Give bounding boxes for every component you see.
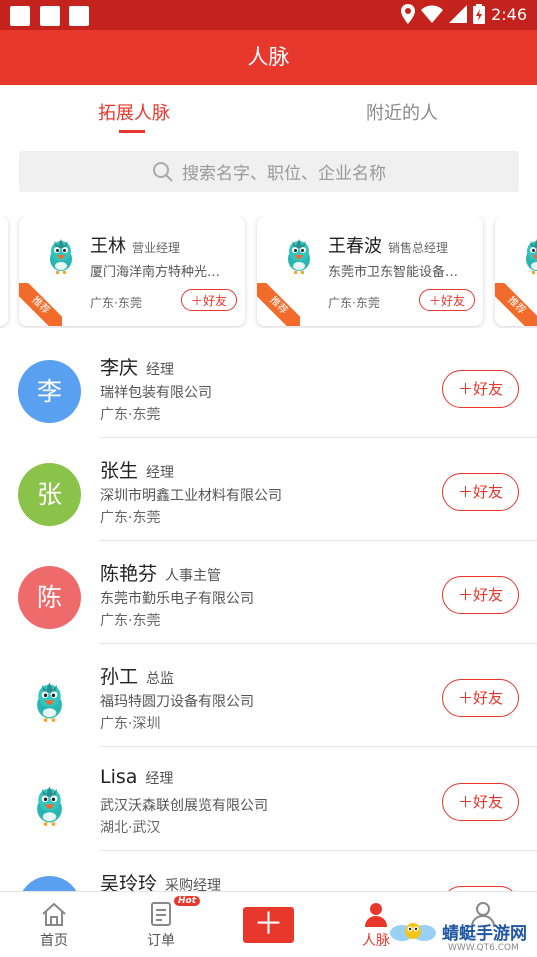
notification-icon	[69, 6, 89, 26]
avatar: 张	[18, 463, 81, 526]
list-item[interactable]: Lisa 经理 武汉沃森联创展览有限公司 湖北·武汉 ＋好友	[0, 748, 537, 851]
recommended-card-partial[interactable]: 推荐	[495, 216, 537, 326]
contact-company: 武汉沃森联创展览有限公司	[100, 798, 268, 814]
recommended-location: 广东·东莞	[90, 296, 142, 310]
nav-orders-label: 订单	[147, 933, 175, 949]
recommended-name: 王春波 销售总经理	[328, 236, 449, 257]
search-input[interactable]: 搜索名字、职位、企业名称	[19, 151, 519, 192]
recommend-ribbon: 推荐	[19, 283, 62, 326]
contact-name: 孙工 总监	[100, 666, 175, 688]
contact-company: 瑞祥包装有限公司	[100, 385, 212, 401]
contact-location: 广东·东莞	[100, 407, 161, 423]
home-icon	[42, 902, 66, 926]
status-bar: 2:46	[0, 0, 537, 30]
recommended-card[interactable]: 王春波 销售总经理 东莞市卫东智能设备… 广东·东莞 ＋好友 推荐	[257, 216, 483, 326]
list-item[interactable]: 李 李庆 经理 瑞祥包装有限公司 广东·东莞 ＋好友	[0, 335, 537, 438]
add-friend-button[interactable]: ＋好友	[442, 473, 519, 511]
contact-title: 经理	[146, 465, 175, 481]
wifi-icon	[421, 5, 444, 23]
add-friend-button[interactable]: ＋好友	[442, 783, 519, 821]
contact-location: 湖北·武汉	[100, 820, 161, 836]
search-placeholder: 搜索名字、职位、企业名称	[182, 164, 386, 184]
recommended-card-partial[interactable]	[0, 216, 8, 326]
contact-company: 福玛特圆刀设备有限公司	[100, 694, 254, 710]
hot-badge: Hot	[174, 896, 201, 906]
add-friend-button[interactable]: ＋好友	[181, 289, 237, 311]
recommended-card[interactable]: 王林 营业经理 厦门海洋南方特种光… 广东·东莞 ＋好友 推荐	[19, 216, 245, 326]
tab-active-indicator	[119, 130, 145, 133]
recommended-name: 王林 营业经理	[90, 236, 181, 257]
recommended-company: 厦门海洋南方特种光…	[90, 265, 221, 280]
watermark: 蜻蜓手游网 WWW.QT6.COM	[388, 913, 537, 956]
recommended-location: 广东·东莞	[328, 296, 380, 310]
recommend-ribbon: 推荐	[257, 283, 300, 326]
bird-avatar-icon	[279, 236, 319, 276]
contact-name: 陈艳芬 人事主管	[100, 563, 222, 585]
add-friend-button[interactable]: ＋好友	[442, 679, 519, 717]
recommended-title: 销售总经理	[388, 241, 449, 255]
clock: 2:46	[491, 4, 527, 24]
contact-name: 张生 经理	[100, 460, 175, 482]
search-icon	[153, 161, 173, 182]
watermark-text: 蜻蜓手游网	[442, 924, 527, 944]
bird-avatar-icon	[27, 783, 72, 828]
list-item[interactable]: 陈 陈艳芬 人事主管 东莞市勤乐电子有限公司 广东·东莞 ＋好友	[0, 541, 537, 644]
bird-avatar-icon	[41, 236, 81, 276]
bird-avatar-icon	[27, 679, 72, 724]
order-icon	[151, 902, 171, 926]
contacts-icon	[365, 903, 387, 927]
page-title: 人脉	[247, 45, 290, 69]
contact-company: 东莞市勤乐电子有限公司	[100, 591, 254, 607]
contact-location: 广东·东莞	[100, 613, 161, 629]
header-bar: 人脉	[0, 30, 537, 85]
dragonfly-logo-icon	[390, 923, 436, 941]
watermark-url: WWW.QT6.COM	[448, 943, 519, 953]
battery-icon	[473, 4, 486, 24]
avatar: 陈	[18, 566, 81, 629]
plus-icon: ＋	[253, 907, 284, 942]
signal-icon	[449, 5, 468, 23]
tab-expand-contacts[interactable]: 拓展人脉	[98, 99, 170, 125]
avatar: 李	[18, 360, 81, 423]
tab-nearby[interactable]: 附近的人	[366, 99, 438, 125]
notification-icon	[10, 6, 30, 26]
contact-title: 经理	[145, 771, 174, 787]
add-friend-button[interactable]: ＋好友	[419, 289, 475, 311]
add-friend-button[interactable]: ＋好友	[442, 576, 519, 614]
contact-title: 人事主管	[165, 568, 222, 584]
recommend-ribbon: 推荐	[495, 283, 537, 326]
list-item[interactable]: 张 张生 经理 深圳市明鑫工业材料有限公司 广东·东莞 ＋好友	[0, 438, 537, 541]
location-icon	[401, 4, 416, 24]
contact-location: 广东·深圳	[100, 716, 161, 732]
list-item[interactable]: 孙工 总监 福玛特圆刀设备有限公司 广东·深圳 ＋好友	[0, 644, 537, 747]
tab-bar: 拓展人脉 附近的人	[0, 85, 537, 140]
add-button[interactable]: ＋	[243, 907, 294, 943]
contact-company: 深圳市明鑫工业材料有限公司	[100, 488, 282, 504]
bird-avatar-icon	[517, 236, 537, 276]
recommended-carousel[interactable]: 王林 营业经理 厦门海洋南方特种光… 广东·东莞 ＋好友 推荐 王春波 销售总经理 …	[0, 216, 537, 328]
contact-name: Lisa 经理	[100, 766, 174, 788]
recommended-title: 营业经理	[132, 241, 181, 255]
nav-home-label: 首页	[40, 933, 68, 949]
add-friend-button[interactable]: ＋好友	[442, 370, 519, 408]
nav-home[interactable]: 首页	[9, 892, 99, 957]
contact-title: 经理	[146, 362, 175, 378]
contact-name: 李庆 经理	[100, 357, 175, 379]
contact-title: 总监	[146, 671, 175, 687]
contact-location: 广东·东莞	[100, 510, 161, 526]
divider	[100, 746, 537, 747]
recommended-company: 东莞市卫东智能设备…	[328, 265, 459, 280]
notification-icon	[40, 6, 60, 26]
